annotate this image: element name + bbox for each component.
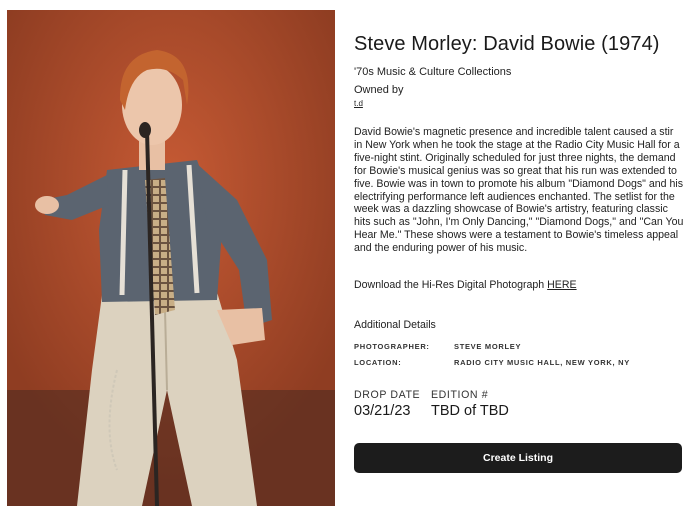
performer-illustration	[7, 10, 335, 506]
additional-details-heading: Additional Details	[354, 319, 436, 331]
listing-description: David Bowie's magnetic presence and incr…	[354, 126, 684, 255]
edition-value: TBD of TBD	[431, 403, 509, 419]
owned-by-label: Owned by	[354, 84, 404, 96]
detail-value: STEVE MORLEY	[454, 342, 522, 351]
owner-link[interactable]: t.d	[354, 99, 363, 108]
detail-key: PHOTOGRAPHER:	[354, 342, 430, 351]
edition-label: EDITION #	[431, 389, 489, 401]
create-listing-button[interactable]: Create Listing	[354, 443, 682, 473]
download-line: Download the Hi-Res Digital Photograph H…	[354, 279, 577, 291]
listing-photo	[7, 10, 335, 506]
download-link[interactable]: HERE	[547, 279, 576, 291]
download-text: Download the Hi-Res Digital Photograph	[354, 279, 548, 291]
listing-title: Steve Morley: David Bowie (1974)	[354, 33, 660, 55]
collection-name: '70s Music & Culture Collections	[354, 66, 512, 78]
drop-date-value: 03/21/23	[354, 403, 411, 419]
detail-value: RADIO CITY MUSIC HALL, NEW YORK, NY	[454, 358, 630, 367]
detail-key: LOCATION:	[354, 358, 402, 367]
drop-date-label: DROP DATE	[354, 389, 421, 401]
